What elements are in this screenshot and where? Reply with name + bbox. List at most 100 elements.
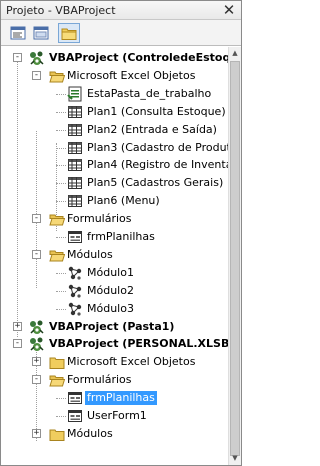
tree-node[interactable]: Plan3 (Cadastro de Produtos) xyxy=(1,139,228,157)
tree-node[interactable]: - Formulários xyxy=(1,371,228,389)
toolbar xyxy=(1,20,241,46)
tree-node[interactable]: + Microsoft Excel Objetos xyxy=(1,353,228,371)
tree-node[interactable]: frmPlanilhas xyxy=(1,389,228,407)
vertical-scrollbar[interactable]: ▲ ▼ xyxy=(228,47,241,465)
tree-node-label: Plan5 (Cadastros Gerais) xyxy=(87,176,224,189)
project-tree[interactable]: -VBAProject (ControledeEstoque.x-Microso… xyxy=(1,47,228,465)
tree-connector xyxy=(56,183,66,184)
tree-connector xyxy=(56,416,66,417)
tree-connector xyxy=(56,165,66,166)
folder-open-icon xyxy=(49,247,66,263)
tree-node-label: Plan2 (Entrada e Saída) xyxy=(87,123,217,136)
module-icon xyxy=(67,301,83,317)
expand-icon[interactable]: + xyxy=(32,357,41,366)
view-object-button[interactable] xyxy=(30,23,52,43)
tree-node-label: Plan1 (Consulta Estoque) xyxy=(87,105,226,118)
tree-node-label: UserForm1 xyxy=(87,409,147,422)
tree-connector xyxy=(56,201,66,202)
tree-node[interactable]: Módulo2 xyxy=(1,282,228,300)
worksheet-icon xyxy=(67,140,83,156)
workbook-icon xyxy=(67,86,83,102)
tree-node[interactable]: UserForm1 xyxy=(1,407,228,425)
project-explorer-window: Projeto - VBAProject ✕ - VBAProject (Con… xyxy=(0,0,242,466)
folder-open-icon xyxy=(49,68,66,84)
tree-node[interactable]: + VBAProject (Pasta1) xyxy=(1,318,228,336)
scroll-up-icon[interactable]: ▲ xyxy=(229,47,241,60)
tree-node[interactable]: Plan6 (Menu) xyxy=(1,192,228,210)
folder-open-icon xyxy=(49,372,66,388)
tree-connector xyxy=(56,112,66,113)
tree-node[interactable]: Plan1 (Consulta Estoque) xyxy=(1,103,228,121)
module-icon xyxy=(67,265,83,281)
worksheet-icon xyxy=(67,122,83,138)
title-bar[interactable]: Projeto - VBAProject ✕ xyxy=(1,1,241,20)
expand-icon[interactable]: + xyxy=(13,322,22,331)
tree-node-label: Módulo1 xyxy=(87,266,134,279)
collapse-icon[interactable]: - xyxy=(32,250,41,259)
tree-connector xyxy=(56,237,66,238)
tree-node-label: Módulo3 xyxy=(87,302,134,315)
worksheet-icon xyxy=(67,175,83,191)
tree-node[interactable]: Plan4 (Registro de Inventário) xyxy=(1,156,228,174)
scroll-thumb[interactable] xyxy=(230,61,240,456)
tree-node-label: Módulo2 xyxy=(87,284,134,297)
tree-node-label: Plan3 (Cadastro de Produtos) xyxy=(87,141,228,154)
collapse-icon[interactable]: - xyxy=(32,375,41,384)
tree-node[interactable]: Módulo1 xyxy=(1,264,228,282)
tree-node[interactable]: + Módulos xyxy=(1,425,228,443)
toggle-folders-button[interactable] xyxy=(58,23,80,43)
folder-open-icon xyxy=(49,211,66,227)
collapse-icon[interactable]: - xyxy=(32,71,41,80)
tree-node-label: VBAProject (Pasta1) xyxy=(49,320,175,333)
tree-node-label: frmPlanilhas xyxy=(87,230,155,243)
tree-connector xyxy=(56,398,66,399)
tree-node-label: Plan6 (Menu) xyxy=(87,194,160,207)
tree-node[interactable]: Plan5 (Cadastros Gerais) xyxy=(1,174,228,192)
tree-connector xyxy=(56,94,66,95)
project-icon xyxy=(29,50,45,66)
userform-icon xyxy=(67,408,83,424)
tree-node[interactable]: frmPlanilhas xyxy=(1,228,228,246)
project-icon xyxy=(29,336,45,352)
view-code-icon xyxy=(10,26,26,40)
tree-node[interactable]: - Microsoft Excel Objetos xyxy=(1,67,228,85)
worksheet-icon xyxy=(67,193,83,209)
collapse-icon[interactable]: - xyxy=(13,53,22,62)
tree-node[interactable]: EstaPasta_de_trabalho xyxy=(1,85,228,103)
userform-icon xyxy=(67,390,83,406)
tree-node[interactable]: - VBAProject (ControledeEstoque.x xyxy=(1,49,228,67)
expand-icon[interactable]: + xyxy=(32,429,41,438)
tree-node-label: VBAProject (ControledeEstoque.x xyxy=(49,51,228,64)
tree-connector xyxy=(56,309,66,310)
tree-node-label: Microsoft Excel Objetos xyxy=(67,69,196,82)
userform-icon xyxy=(67,229,83,245)
view-object-icon xyxy=(33,26,49,40)
tree-node-label: Módulos xyxy=(67,248,113,261)
module-icon xyxy=(67,283,83,299)
tree-node-label: Formulários xyxy=(67,212,132,225)
tree-node-label: EstaPasta_de_trabalho xyxy=(87,87,212,100)
project-icon xyxy=(29,319,45,335)
tree-node-label: Plan4 (Registro de Inventário) xyxy=(87,158,228,171)
view-code-button[interactable] xyxy=(7,23,29,43)
window-title: Projeto - VBAProject xyxy=(6,4,116,17)
close-icon[interactable]: ✕ xyxy=(221,2,237,18)
tree-node[interactable]: - Módulos xyxy=(1,246,228,264)
tree-connector xyxy=(56,291,66,292)
tree-node[interactable]: Plan2 (Entrada e Saída) xyxy=(1,121,228,139)
toggle-folders-icon xyxy=(61,28,77,40)
tree-node-label: Formulários xyxy=(67,373,132,386)
tree-node[interactable]: Módulo3 xyxy=(1,300,228,318)
collapse-icon[interactable]: - xyxy=(13,339,22,348)
collapse-icon[interactable]: - xyxy=(32,214,41,223)
tree-node[interactable]: - Formulários xyxy=(1,210,228,228)
tree-connector xyxy=(56,130,66,131)
scroll-down-icon[interactable]: ▼ xyxy=(229,452,241,465)
tree-node[interactable]: - VBAProject (PERSONAL.XLSB) xyxy=(1,335,228,353)
tree-node-label: Módulos xyxy=(67,427,113,440)
worksheet-icon xyxy=(67,104,83,120)
tree-connector xyxy=(56,148,66,149)
tree-connector xyxy=(56,273,66,274)
folder-icon xyxy=(49,426,65,442)
tree-node-label: VBAProject (PERSONAL.XLSB) xyxy=(49,337,228,350)
